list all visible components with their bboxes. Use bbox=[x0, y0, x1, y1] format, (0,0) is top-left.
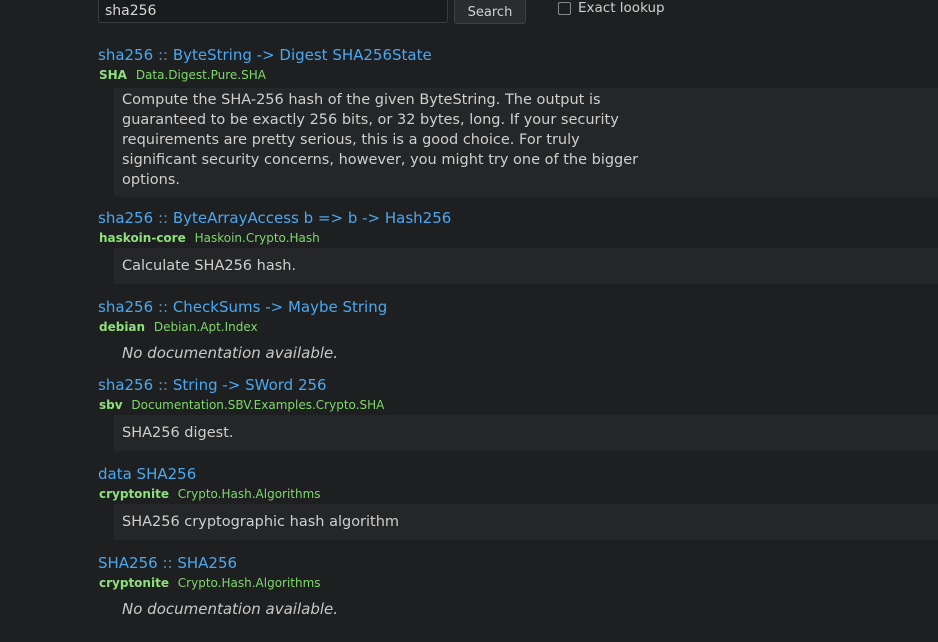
result-type[interactable]: String -> SWord 256 bbox=[173, 376, 327, 394]
result-name[interactable]: sha256 bbox=[98, 376, 153, 394]
result-name[interactable]: data SHA256 bbox=[98, 465, 196, 483]
package-link[interactable]: SHA bbox=[99, 68, 127, 82]
result-name[interactable]: sha256 bbox=[98, 298, 153, 316]
result-signature[interactable]: sha256 :: ByteString -> Digest SHA256Sta… bbox=[98, 44, 938, 66]
package-link[interactable]: cryptonite bbox=[99, 487, 169, 501]
results-list: sha256 :: ByteString -> Digest SHA256Sta… bbox=[98, 44, 938, 627]
result-doc-text: No documentation available. bbox=[122, 344, 339, 362]
package-link[interactable]: haskoin-core bbox=[99, 231, 186, 245]
result-name[interactable]: sha256 bbox=[98, 46, 153, 64]
result-meta: haskoin-core Haskoin.Crypto.Hash bbox=[98, 229, 938, 247]
result-signature[interactable]: sha256 :: CheckSums -> Maybe String bbox=[98, 296, 938, 318]
result-name[interactable]: SHA256 bbox=[98, 554, 158, 572]
search-bar: Search bbox=[98, 0, 526, 24]
search-input[interactable] bbox=[98, 0, 448, 23]
result-doc-text: SHA256 cryptographic hash algorithm bbox=[122, 514, 400, 530]
result-meta: cryptonite Crypto.Hash.Algorithms bbox=[98, 485, 938, 503]
result-doc: SHA256 digest. bbox=[114, 415, 938, 451]
type-separator: :: bbox=[157, 376, 169, 394]
type-separator: :: bbox=[157, 209, 169, 227]
package-link[interactable]: debian bbox=[99, 320, 145, 334]
package-link[interactable]: cryptonite bbox=[99, 576, 169, 590]
result-meta: cryptonite Crypto.Hash.Algorithms bbox=[98, 574, 938, 592]
package-link[interactable]: sbv bbox=[99, 398, 123, 412]
result-item: sha256 :: CheckSums -> Maybe String debi… bbox=[98, 296, 938, 371]
exact-lookup-option[interactable]: Exact lookup bbox=[558, 0, 665, 16]
module-link[interactable]: Documentation.SBV.Examples.Crypto.SHA bbox=[131, 398, 384, 412]
search-button[interactable]: Search bbox=[454, 0, 526, 24]
result-doc-text: SHA256 digest. bbox=[122, 425, 234, 441]
result-doc-text: Compute the SHA-256 hash of the given By… bbox=[122, 92, 639, 188]
result-signature[interactable]: SHA256 :: SHA256 bbox=[98, 552, 938, 574]
module-link[interactable]: Crypto.Hash.Algorithms bbox=[178, 576, 321, 590]
result-doc: SHA256 cryptographic hash algorithm bbox=[114, 504, 938, 540]
result-meta: sbv Documentation.SBV.Examples.Crypto.SH… bbox=[98, 396, 938, 414]
module-link[interactable]: Data.Digest.Pure.SHA bbox=[136, 68, 266, 82]
result-item: sha256 :: ByteArrayAccess b => b -> Hash… bbox=[98, 207, 938, 284]
exact-lookup-checkbox[interactable] bbox=[558, 1, 571, 15]
result-item: data SHA256 cryptonite Crypto.Hash.Algor… bbox=[98, 463, 938, 540]
result-item: SHA256 :: SHA256 cryptonite Crypto.Hash.… bbox=[98, 552, 938, 627]
type-separator: :: bbox=[157, 298, 169, 316]
result-signature[interactable]: sha256 :: ByteArrayAccess b => b -> Hash… bbox=[98, 207, 938, 229]
module-link[interactable]: Haskoin.Crypto.Hash bbox=[195, 231, 320, 245]
result-type[interactable]: SHA256 bbox=[177, 554, 237, 572]
result-item: sha256 :: ByteString -> Digest SHA256Sta… bbox=[98, 44, 938, 197]
type-separator: :: bbox=[157, 46, 169, 64]
result-type[interactable]: CheckSums -> Maybe String bbox=[173, 298, 387, 316]
result-signature[interactable]: data SHA256 bbox=[98, 463, 938, 485]
result-name[interactable]: sha256 bbox=[98, 209, 153, 227]
result-doc: No documentation available. bbox=[114, 337, 938, 371]
module-link[interactable]: Crypto.Hash.Algorithms bbox=[178, 487, 321, 501]
result-item: sha256 :: String -> SWord 256 sbv Docume… bbox=[98, 374, 938, 451]
result-doc-text: No documentation available. bbox=[122, 600, 339, 618]
result-signature[interactable]: sha256 :: String -> SWord 256 bbox=[98, 374, 938, 396]
result-doc: No documentation available. bbox=[114, 593, 938, 627]
result-type[interactable]: ByteString -> Digest SHA256State bbox=[173, 46, 432, 64]
result-doc: Calculate SHA256 hash. bbox=[114, 248, 938, 284]
exact-lookup-label: Exact lookup bbox=[578, 0, 665, 16]
result-meta: debian Debian.Apt.Index bbox=[98, 318, 938, 336]
result-doc-text: Calculate SHA256 hash. bbox=[122, 258, 297, 274]
result-type[interactable]: ByteArrayAccess b => b -> Hash256 bbox=[173, 209, 451, 227]
result-meta: SHA Data.Digest.Pure.SHA bbox=[98, 66, 938, 84]
type-separator: :: bbox=[162, 554, 173, 572]
result-doc: Compute the SHA-256 hash of the given By… bbox=[114, 88, 938, 197]
module-link[interactable]: Debian.Apt.Index bbox=[154, 320, 258, 334]
